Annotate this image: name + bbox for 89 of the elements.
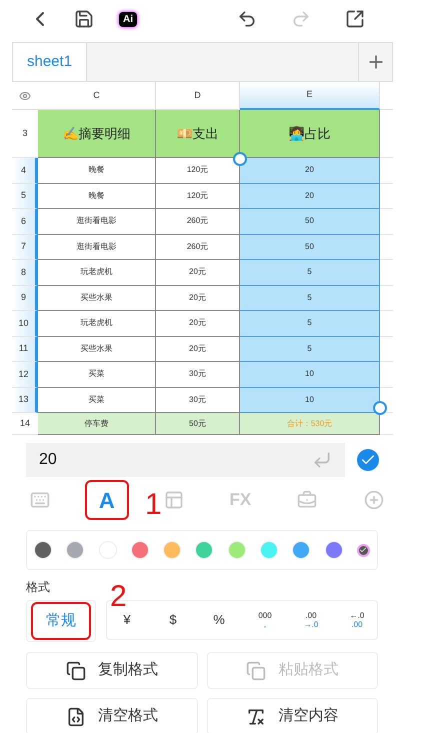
table-cell: 50元 (156, 413, 240, 435)
code-file-icon (66, 706, 86, 726)
annotation-number: 2 (110, 582, 127, 612)
eye-icon[interactable] (19, 90, 31, 102)
table-cell: 20 (240, 158, 380, 184)
color-swatch[interactable] (292, 541, 310, 559)
table-cell: 5 (240, 336, 380, 362)
color-swatch[interactable] (260, 541, 278, 559)
row-number[interactable]: 11 (12, 336, 38, 362)
table-cell: 💴支出 (156, 110, 240, 158)
format-option[interactable]: $ (161, 610, 185, 630)
clear-text-icon (246, 706, 266, 726)
table-cell: 50 (240, 234, 380, 260)
copy-icon (66, 660, 86, 680)
color-swatch[interactable] (130, 541, 149, 559)
table-cell: 买些水果 (38, 286, 156, 311)
table-cell: 逛街看电影 (38, 209, 156, 234)
color-swatch[interactable] (324, 541, 343, 559)
confirm-button[interactable] (357, 449, 379, 471)
color-swatch[interactable] (34, 541, 52, 559)
action-button[interactable]: 清空内容 (206, 698, 378, 733)
selection-handle[interactable] (373, 401, 387, 415)
add-icon (364, 490, 384, 510)
row-number[interactable]: 12 (12, 362, 38, 388)
check-icon (359, 546, 368, 554)
format-option[interactable]: ←.0 .00 (345, 611, 369, 629)
text-style-tab[interactable]: A (84, 480, 129, 520)
share-icon[interactable] (345, 9, 365, 29)
table-cell: 买菜 (38, 388, 156, 413)
save-icon[interactable] (74, 9, 94, 29)
table-cell: 晚餐 (38, 184, 156, 209)
format-option[interactable]: .00 →.0 (299, 611, 323, 629)
table-cell: 20元 (156, 260, 240, 286)
copy-icon (246, 660, 266, 680)
table-cell: 30元 (156, 362, 240, 388)
table-cell: 5 (240, 260, 380, 286)
table-cell: 120元 (156, 184, 240, 209)
ai-badge[interactable]: Ai (119, 12, 137, 26)
table-cell: 晚餐 (38, 158, 156, 184)
custom-color-button[interactable] (356, 544, 370, 556)
table-cell: 10 (240, 388, 380, 413)
general-format-button[interactable]: 常规 (31, 602, 91, 640)
table-cell: 👩‍💻占比 (240, 110, 380, 158)
format-option[interactable]: 000 , (253, 611, 277, 629)
table-cell: 50 (240, 209, 380, 234)
action-button[interactable]: 清空格式 (26, 698, 198, 733)
table-cell: 20元 (156, 311, 240, 336)
sheet-tab[interactable]: sheet1 (13, 43, 88, 81)
table-cell: 10 (240, 362, 380, 388)
row-number[interactable]: 4 (12, 158, 38, 184)
table-cell: 5 (240, 286, 380, 311)
row-number[interactable]: 9 (12, 286, 38, 311)
formula-field[interactable]: 20 (26, 443, 345, 477)
format-option[interactable]: % (207, 610, 231, 630)
table-cell: 合计：530元 (240, 413, 380, 435)
enter-icon (312, 450, 332, 470)
layout-icon (164, 490, 184, 510)
color-swatch[interactable] (163, 541, 182, 559)
row-number[interactable]: 7 (12, 234, 38, 260)
section-label: 格式 (26, 579, 50, 596)
row-number[interactable]: 5 (12, 184, 38, 209)
color-swatch[interactable] (195, 541, 214, 559)
table-cell: 买些水果 (38, 336, 156, 362)
row-number[interactable]: 8 (12, 260, 38, 286)
table-cell: 5 (240, 311, 380, 336)
action-button[interactable]: 复制格式 (26, 652, 198, 689)
row-number[interactable]: 13 (12, 388, 38, 413)
table-cell: ✍摘要明细 (38, 110, 156, 158)
table-cell: 30元 (156, 388, 240, 413)
table-cell: 20元 (156, 286, 240, 311)
undo-icon[interactable] (237, 9, 257, 29)
column-header[interactable]: E (240, 82, 380, 110)
table-cell: 260元 (156, 234, 240, 260)
table-cell: 20元 (156, 336, 240, 362)
row-number[interactable]: 6 (12, 209, 38, 234)
table-cell: 买菜 (38, 362, 156, 388)
table-cell: 逛街看电影 (38, 234, 156, 260)
row-number[interactable]: 10 (12, 311, 38, 336)
keyboard-icon (30, 490, 50, 510)
color-swatch[interactable] (228, 541, 246, 559)
table-cell: 玩老虎机 (38, 311, 156, 336)
table-cell: 停车费 (38, 413, 156, 435)
format-option[interactable]: ¥ (115, 610, 139, 630)
table-cell: 20 (240, 184, 380, 209)
color-swatch[interactable] (66, 541, 84, 559)
table-cell: 玩老虎机 (38, 260, 156, 286)
toolbox-icon (297, 490, 318, 510)
annotation-number: 1 (145, 490, 162, 520)
table-cell: 260元 (156, 209, 240, 234)
